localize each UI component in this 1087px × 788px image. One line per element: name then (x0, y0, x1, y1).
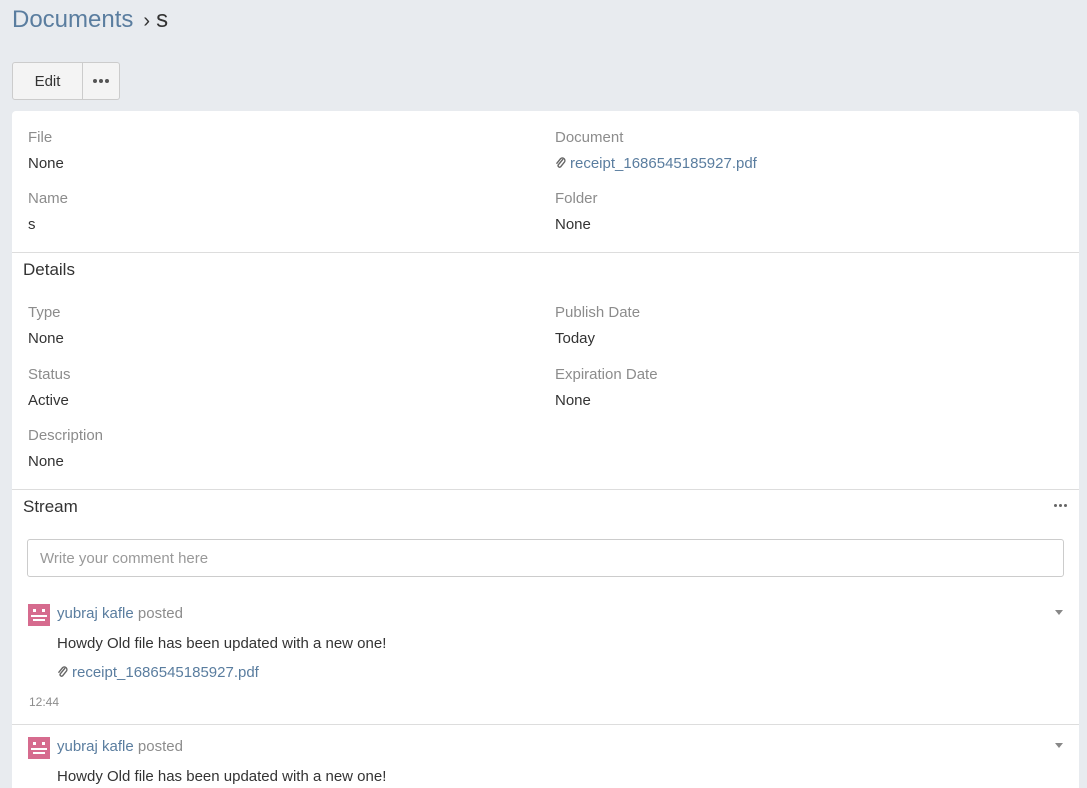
field-file-label: File (28, 129, 53, 146)
breadcrumb: Documents › s (12, 4, 168, 37)
field-file-value: None (28, 155, 64, 172)
field-document: Document receipt_1686545185927.pdf (555, 128, 757, 174)
note-verb: posted (137, 605, 183, 622)
paperclip-icon (556, 157, 566, 168)
note-header: yubraj kafle posted (57, 737, 183, 757)
field-type-value: None (28, 330, 64, 347)
field-expiration-date: Expiration Date None (555, 365, 658, 411)
edit-button[interactable]: Edit (12, 62, 83, 100)
comment-input[interactable] (27, 539, 1064, 577)
note-verb: posted (137, 738, 183, 755)
field-name-label: Name (28, 190, 69, 207)
field-expiration-date-value: None (555, 392, 591, 409)
breadcrumb-documents-link[interactable]: Documents (12, 6, 133, 33)
note-text: Howdy Old file has been updated with a n… (57, 768, 387, 785)
paperclip-icon (58, 666, 68, 677)
field-name-value: s (28, 216, 36, 233)
note-timestamp: 12:44 (29, 695, 60, 709)
field-expiration-date-label: Expiration Date (555, 366, 658, 383)
note-caret-down-icon[interactable] (1055, 743, 1063, 748)
field-status-label: Status (28, 366, 71, 383)
avatar (28, 604, 50, 626)
details-title: Details (23, 260, 75, 279)
note-text: Howdy Old file has been updated with a n… (57, 635, 387, 652)
breadcrumb-current: s (156, 6, 169, 33)
note-caret-down-icon[interactable] (1055, 610, 1063, 615)
field-status: Status Active (28, 365, 71, 411)
more-actions-button[interactable] (83, 62, 120, 100)
field-description: Description None (28, 426, 103, 472)
note-divider (12, 724, 1079, 725)
field-status-value: Active (28, 392, 69, 409)
field-publish-date-value: Today (555, 330, 596, 347)
stream-note: yubraj kafle posted Howdy Old file has b… (12, 734, 1079, 788)
record-actions: Edit (12, 62, 120, 100)
section-divider (12, 489, 1079, 490)
stream-menu-button[interactable] (1054, 504, 1067, 507)
field-type-label: Type (28, 304, 61, 321)
field-document-value: receipt_1686545185927.pdf (555, 154, 757, 174)
field-description-value: None (28, 453, 64, 470)
field-description-label: Description (28, 427, 104, 444)
field-type: Type None (28, 303, 64, 349)
note-attachment: receipt_1686545185927.pdf (57, 663, 259, 683)
breadcrumb-separator: › (143, 10, 151, 32)
note-user-link[interactable]: yubraj kafle (57, 605, 134, 622)
field-folder-value: None (555, 216, 591, 233)
document-file-link[interactable]: receipt_1686545185927.pdf (570, 155, 757, 172)
field-folder: Folder None (555, 189, 598, 235)
stream-note: yubraj kafle posted Howdy Old file has b… (12, 601, 1079, 725)
field-publish-date-label: Publish Date (555, 304, 641, 321)
field-publish-date: Publish Date Today (555, 303, 640, 349)
note-header: yubraj kafle posted (57, 604, 183, 624)
field-name: Name s (28, 189, 68, 235)
record-panel: File None Document receipt_1686545185927… (12, 111, 1079, 788)
field-document-label: Document (555, 129, 624, 146)
note-user-link[interactable]: yubraj kafle (57, 738, 134, 755)
avatar (28, 737, 50, 759)
dots-horizontal-icon (93, 79, 109, 83)
field-folder-label: Folder (555, 190, 598, 207)
section-divider (12, 252, 1079, 253)
field-file: File None (28, 128, 64, 174)
stream-title: Stream (23, 497, 78, 516)
note-attachment-link[interactable]: receipt_1686545185927.pdf (72, 664, 259, 681)
